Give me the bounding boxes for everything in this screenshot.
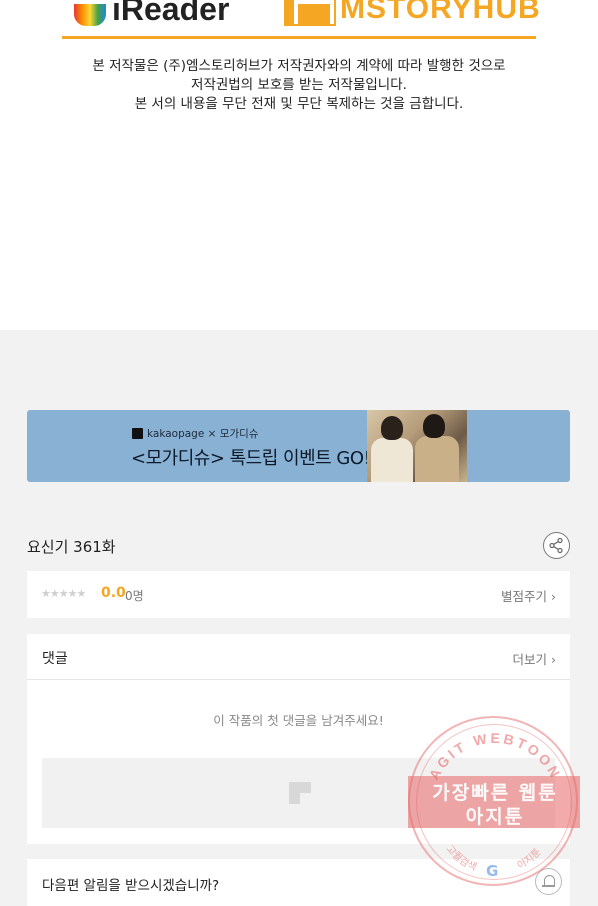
notify-question: 다음편 알림을 받으시겠습니까? <box>42 878 220 894</box>
logo-divider <box>62 36 536 39</box>
mstoryhub-logo: MSTORYHUB <box>284 0 541 26</box>
rating-card: ★★★★★ 0.0 0명 별점주기 › <box>27 571 570 618</box>
banner-brand: kakaopage × 모가디슈 <box>132 426 258 441</box>
ireader-logo-icon <box>74 4 106 26</box>
rating-stars: ★★★★★ <box>41 587 86 600</box>
share-button[interactable] <box>543 532 570 559</box>
comment-more-button[interactable]: 더보기 › <box>513 649 556 668</box>
ireader-logo: iReader <box>74 0 229 26</box>
comment-placeholder-icon <box>289 782 311 804</box>
rating-count: 0명 <box>125 589 144 603</box>
banner-image <box>367 410 467 482</box>
watermark-g: G <box>486 862 499 880</box>
copyright-line: 저작권법의 보호를 받는 저작물입니다. <box>191 77 407 93</box>
banner-brand-text: kakaopage × 모가디슈 <box>147 428 259 440</box>
publisher-logos: iReader MSTORYHUB <box>62 0 540 34</box>
event-banner[interactable]: kakaopage × 모가디슈 <모가디슈> 톡드립 이벤트 GO! <box>27 410 570 482</box>
svg-text:AGIT WEBTOON: AGIT WEBTOON <box>426 730 565 782</box>
share-icon <box>549 537 563 554</box>
comment-title: 댓글 <box>42 651 68 667</box>
kakaopage-icon <box>132 428 143 439</box>
mstoryhub-logo-icon <box>284 0 336 26</box>
watermark-line2: 아지툰 <box>465 806 525 828</box>
watermark-line1: 가장빠른 웹툰 <box>432 782 558 804</box>
watermark-bottom-right: 아지툰 <box>515 846 543 872</box>
copyright-line: 본 서의 내용을 무단 전재 및 무단 복제하는 것을 금합니다. <box>134 96 464 112</box>
watermark-bottom-left: 고퀄검색 <box>444 844 479 874</box>
watermark-arc-text: AGIT WEBTOON <box>426 730 562 782</box>
top-section: iReader MSTORYHUB 본 저작물은 (주)엠스토리허브가 저작권자… <box>0 0 598 330</box>
mstoryhub-logo-text: MSTORYHUB <box>340 0 541 25</box>
ireader-logo-text: iReader <box>112 0 230 27</box>
rating-score: 0.0 <box>101 585 126 601</box>
svg-text:아지툰: 아지툰 <box>515 846 543 872</box>
watermark-stamp: AGIT WEBTOON 고퀄검색 아지툰 가장빠른 웹툰 아지툰 G <box>408 716 580 886</box>
copyright-line: 본 저작물은 (주)엠스토리허브가 저작권자와의 계약에 따라 발행한 것으로 <box>92 58 506 74</box>
comment-header: 댓글 더보기 › <box>27 634 570 680</box>
svg-text:고퀄검색: 고퀄검색 <box>444 844 479 874</box>
copyright-notice: 본 저작물은 (주)엠스토리허브가 저작권자와의 계약에 따라 발행한 것으로 … <box>0 57 598 114</box>
episode-title: 요신기 361화 <box>27 538 116 556</box>
rate-button[interactable]: 별점주기 › <box>501 586 556 605</box>
banner-title: <모가디슈> 톡드립 이벤트 GO! <box>131 448 371 469</box>
